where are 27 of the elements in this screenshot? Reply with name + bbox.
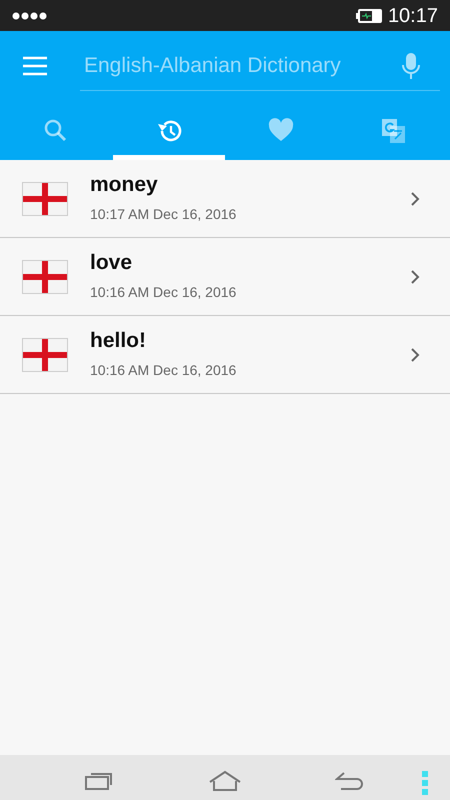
word: love [90, 250, 134, 276]
history-row[interactable]: money 10:17 AM Dec 16, 2016 [0, 160, 450, 238]
timestamp: 10:16 AM Dec 16, 2016 [90, 283, 238, 302]
signal-icon [12, 12, 48, 20]
history-icon [156, 118, 182, 144]
status-time: 10:17 [388, 6, 438, 26]
translate-icon [380, 118, 407, 144]
microphone-icon[interactable] [402, 52, 420, 80]
home-icon[interactable] [208, 770, 242, 792]
history-row[interactable]: hello! 10:16 AM Dec 16, 2016 [0, 316, 450, 394]
flag-icon [22, 338, 68, 372]
history-row[interactable]: love 10:16 AM Dec 16, 2016 [0, 238, 450, 316]
back-icon[interactable] [335, 771, 365, 791]
menu-icon[interactable] [22, 56, 48, 76]
recent-apps-icon[interactable] [85, 771, 115, 791]
heart-icon [268, 118, 294, 144]
timestamp: 10:17 AM Dec 16, 2016 [90, 205, 238, 224]
battery-icon [356, 8, 384, 24]
chevron-icon [410, 190, 420, 206]
timestamp: 10:16 AM Dec 16, 2016 [90, 361, 238, 380]
flag-icon [22, 182, 68, 216]
search-field[interactable]: English-Albanian Dictionary [80, 50, 382, 82]
word: money [90, 172, 159, 198]
word: hello! [90, 328, 147, 354]
chevron-icon [410, 346, 420, 362]
chevron-icon [410, 268, 420, 284]
flag-icon [22, 260, 68, 294]
